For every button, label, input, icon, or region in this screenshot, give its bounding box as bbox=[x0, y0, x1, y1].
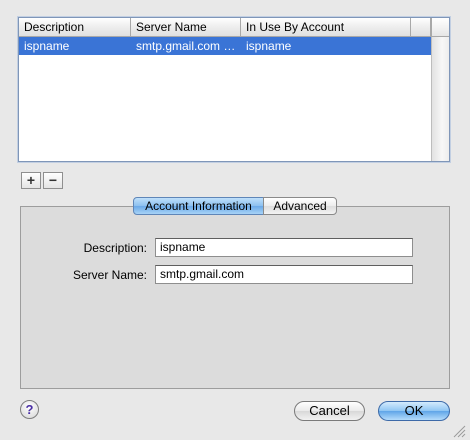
description-field[interactable]: ispname bbox=[155, 238, 413, 257]
smtp-server-table[interactable]: Description Server Name In Use By Accoun… bbox=[18, 17, 450, 162]
cancel-button[interactable]: Cancel bbox=[294, 401, 365, 421]
ok-button[interactable]: OK bbox=[378, 401, 450, 421]
description-label: Description: bbox=[83, 241, 147, 255]
cell-server-name: smtp.gmail.com … bbox=[136, 39, 236, 53]
remove-server-button[interactable]: − bbox=[43, 172, 63, 189]
column-header-server-name[interactable]: Server Name bbox=[131, 18, 241, 36]
server-name-label: Server Name: bbox=[72, 268, 147, 282]
column-header-empty bbox=[411, 18, 431, 36]
resize-grip-icon[interactable] bbox=[452, 424, 466, 438]
tab-account-information[interactable]: Account Information bbox=[133, 197, 264, 215]
cell-description: ispname bbox=[24, 39, 70, 53]
table-header-corner bbox=[431, 18, 449, 37]
table-row[interactable]: ispname smtp.gmail.com … ispname bbox=[19, 37, 431, 55]
help-button[interactable]: ? bbox=[20, 400, 39, 419]
vertical-scrollbar[interactable] bbox=[431, 37, 449, 161]
cell-in-use-by: ispname bbox=[246, 39, 292, 53]
table-header: Description Server Name In Use By Accoun… bbox=[19, 18, 431, 37]
server-name-field[interactable]: smtp.gmail.com bbox=[155, 265, 413, 284]
column-header-in-use-by-account[interactable]: In Use By Account bbox=[241, 18, 411, 36]
column-header-description[interactable]: Description bbox=[19, 18, 131, 36]
tab-panel bbox=[20, 206, 450, 389]
add-server-button[interactable]: + bbox=[21, 172, 41, 189]
tab-advanced[interactable]: Advanced bbox=[263, 197, 337, 215]
